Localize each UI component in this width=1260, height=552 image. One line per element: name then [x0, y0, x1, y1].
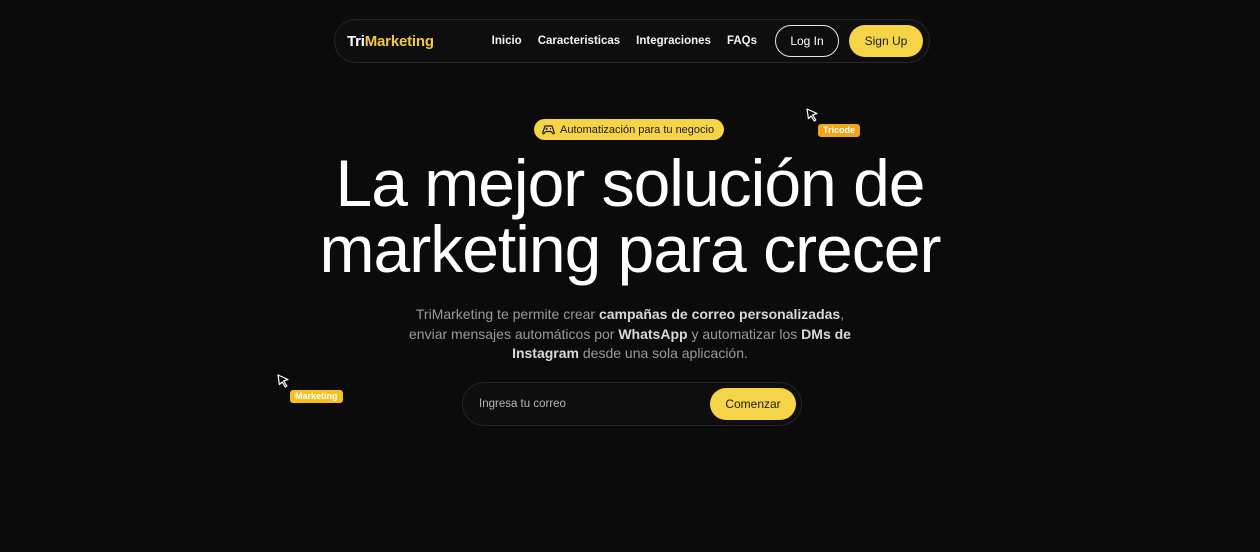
- signup-button[interactable]: Sign Up: [849, 25, 923, 57]
- logo-text-marketing: Marketing: [364, 32, 434, 50]
- desc-highlight: WhatsApp: [618, 325, 688, 342]
- nav-links: Inicio Caracteristicas Integraciones FAQ…: [492, 35, 757, 47]
- email-signup-form: Comenzar: [462, 382, 802, 426]
- nav-link-integraciones[interactable]: Integraciones: [636, 35, 711, 47]
- hero-description: TriMarketing te permite crear campañas d…: [400, 305, 860, 364]
- badge-label: Automatización para tu negocio: [560, 123, 715, 136]
- cursor-tag-marketing: Marketing: [290, 390, 343, 403]
- desc-text: desde una sola aplicación.: [579, 345, 748, 361]
- start-button[interactable]: Comenzar: [710, 388, 796, 420]
- nav-link-caracteristicas[interactable]: Caracteristicas: [538, 35, 620, 47]
- nav-link-faqs[interactable]: FAQs: [727, 35, 757, 47]
- nav-link-inicio[interactable]: Inicio: [492, 35, 522, 47]
- landing-page: TriMarketing Inicio Caracteristicas Inte…: [0, 0, 1260, 552]
- cursor-tag-tricode: Tricode: [818, 124, 861, 137]
- email-input[interactable]: [479, 389, 710, 419]
- login-button[interactable]: Log In: [775, 25, 839, 57]
- desc-text: TriMarketing te permite crear: [415, 306, 599, 322]
- desc-text: y automatizar los: [687, 325, 802, 342]
- desc-highlight: campañas de correo personalizadas: [598, 306, 841, 322]
- logo-text-tri: Tri: [347, 32, 365, 50]
- cursor-pointer-icon: [806, 108, 819, 122]
- navbar: TriMarketing Inicio Caracteristicas Inte…: [334, 19, 930, 63]
- gamepad-icon: [542, 124, 555, 135]
- hero-title: La mejor solución de marketing para crec…: [0, 150, 1260, 282]
- hero-title-line-2: marketing para crecer: [319, 212, 942, 286]
- logo[interactable]: TriMarketing: [347, 33, 434, 50]
- cursor-pointer-icon: [277, 374, 290, 388]
- feature-badge: Automatización para tu negocio: [534, 119, 725, 140]
- hero-title-line-1: La mejor solución de: [335, 146, 925, 220]
